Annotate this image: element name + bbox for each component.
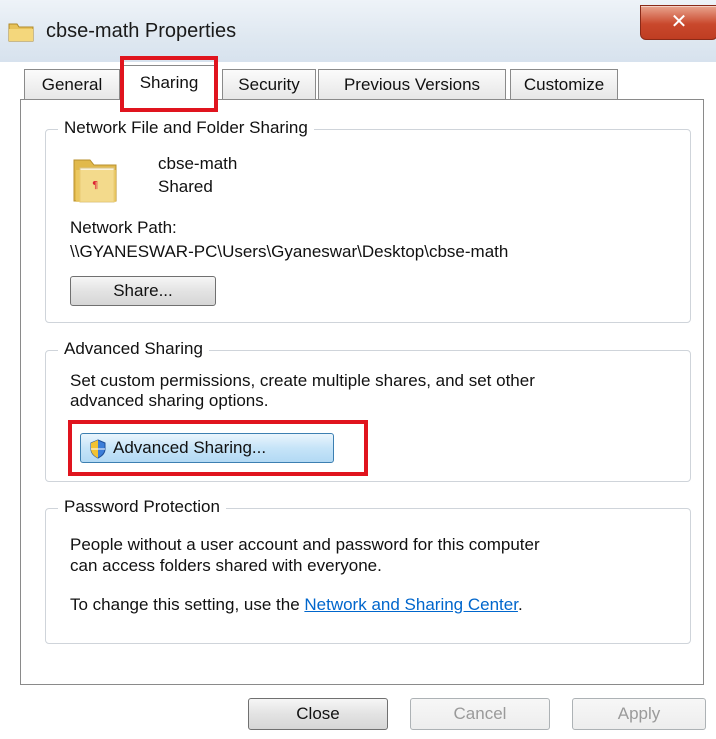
window-title: cbse-math Properties <box>46 20 237 42</box>
advanced-sharing-highlight <box>68 420 368 476</box>
network-path-value: \\GYANESWAR-PC\Users\Gyaneswar\Desktop\c… <box>70 242 509 261</box>
network-path-label: Network Path: <box>70 218 177 237</box>
advanced-description-line1: Set custom permissions, create multiple … <box>70 371 535 390</box>
group-label: Advanced Sharing <box>58 339 209 359</box>
password-info-line2: can access folders shared with everyone. <box>70 556 382 575</box>
change-setting-text: To change this setting, use the Network … <box>70 595 523 615</box>
tab-customize[interactable]: Customize <box>510 69 618 100</box>
network-sharing-center-link[interactable]: Network and Sharing Center <box>304 595 518 614</box>
group-label: Network File and Folder Sharing <box>58 118 314 138</box>
change-setting-prefix: To change this setting, use the <box>70 595 305 614</box>
password-info-line1: People without a user account and passwo… <box>70 535 540 554</box>
apply-button[interactable]: Apply <box>572 698 706 730</box>
shared-folder-icon: ¶ <box>73 159 117 203</box>
svg-text:¶: ¶ <box>92 180 98 191</box>
sharing-panel: Network File and Folder Sharing ¶ cbse-m… <box>20 99 704 685</box>
tab-previous-versions[interactable]: Previous Versions <box>318 69 506 100</box>
tab-security[interactable]: Security <box>222 69 316 100</box>
password-protection-group: Password Protection People without a use… <box>45 497 691 644</box>
advanced-description-line2: advanced sharing options. <box>70 391 269 410</box>
group-label: Password Protection <box>58 497 226 517</box>
change-setting-suffix: . <box>517 595 523 614</box>
tab-general[interactable]: General <box>24 69 120 100</box>
share-button[interactable]: Share... <box>70 276 216 306</box>
share-status: Shared <box>158 177 213 196</box>
close-window-button[interactable]: ✕ <box>640 5 716 40</box>
cancel-button[interactable]: Cancel <box>410 698 550 730</box>
sharing-tab-highlight <box>120 56 218 112</box>
folder-icon <box>8 23 34 42</box>
network-sharing-group: Network File and Folder Sharing ¶ cbse-m… <box>45 118 691 323</box>
title-bar: cbse-math Properties ✕ <box>0 0 716 62</box>
close-button[interactable]: Close <box>248 698 388 730</box>
folder-name: cbse-math <box>158 154 238 173</box>
